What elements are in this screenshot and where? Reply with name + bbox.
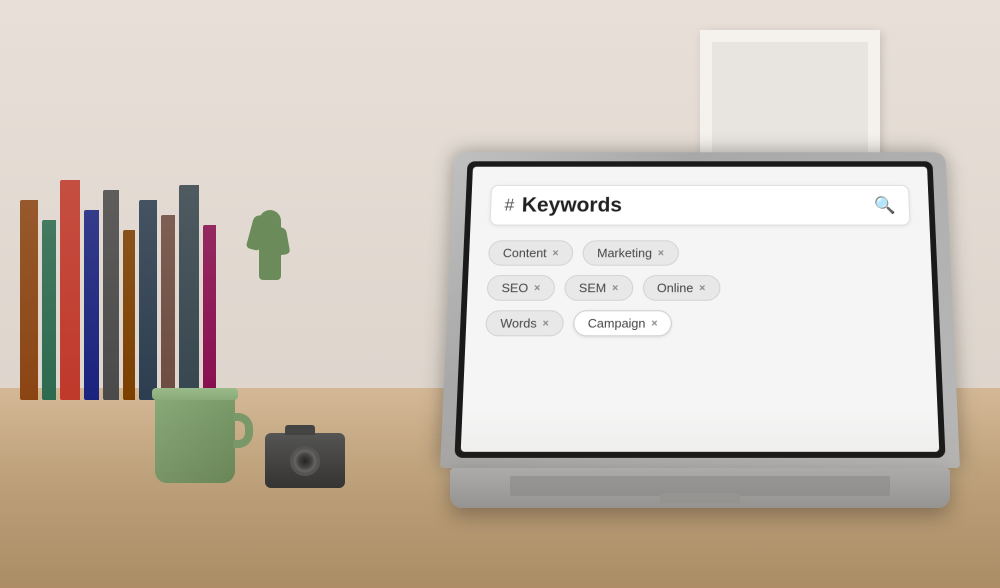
book	[60, 180, 80, 400]
tag-campaign[interactable]: Campaign ×	[573, 310, 672, 336]
laptop-base	[450, 468, 950, 508]
cactus	[250, 180, 290, 280]
tag-online[interactable]: Online ×	[642, 275, 720, 301]
camera-body	[265, 433, 345, 488]
hash-icon: #	[504, 195, 514, 214]
book	[84, 210, 99, 400]
tags-row-2: Words × Campaign ×	[485, 310, 915, 336]
tag-seo[interactable]: SEO ×	[487, 275, 556, 301]
tag-marketing-close[interactable]: ×	[658, 247, 664, 258]
tag-marketing-label: Marketing	[597, 246, 652, 260]
tag-campaign-label: Campaign	[588, 316, 646, 330]
tag-words-close[interactable]: ×	[542, 318, 549, 330]
tags-row-1: SEO × SEM × Online ×	[487, 275, 914, 301]
cactus-body	[259, 210, 281, 280]
books-container	[0, 120, 216, 400]
book	[139, 200, 157, 400]
search-bar[interactable]: # Keywords 🔍	[490, 185, 911, 226]
book	[123, 230, 135, 400]
book	[42, 220, 56, 400]
tag-words[interactable]: Words ×	[485, 310, 564, 336]
tags-row-0: Content × Marketing ×	[488, 240, 912, 265]
search-icon[interactable]: 🔍	[874, 195, 896, 214]
camera-top	[285, 425, 315, 435]
tags-area: Content × Marketing × SEO	[485, 237, 915, 341]
book	[20, 200, 38, 400]
tag-sem-label: SEM	[579, 281, 607, 295]
laptop-screen-bezel: # Keywords 🔍 Content ×	[454, 161, 945, 458]
laptop-screen-wrapper: # Keywords 🔍 Content ×	[440, 138, 960, 468]
laptop: # Keywords 🔍 Content ×	[440, 138, 960, 508]
tag-words-label: Words	[500, 316, 537, 330]
keywords-title: Keywords	[521, 193, 866, 217]
mug	[155, 393, 235, 483]
book	[161, 215, 175, 400]
tag-content-label: Content	[503, 246, 547, 260]
camera-lens	[290, 446, 320, 476]
book	[179, 185, 199, 400]
laptop-screen: # Keywords 🔍 Content ×	[461, 167, 940, 452]
tag-sem-close[interactable]: ×	[612, 282, 618, 293]
laptop-lid: # Keywords 🔍 Content ×	[440, 152, 960, 468]
tag-online-close[interactable]: ×	[699, 282, 705, 293]
mug-rim	[152, 388, 238, 400]
laptop-touchpad	[660, 493, 740, 503]
mug-wrapper	[155, 393, 235, 483]
book	[103, 190, 119, 400]
tag-content-close[interactable]: ×	[552, 247, 558, 258]
tag-online-label: Online	[657, 281, 693, 295]
tag-seo-close[interactable]: ×	[534, 282, 541, 293]
tag-campaign-close[interactable]: ×	[651, 318, 657, 330]
tag-seo-label: SEO	[501, 281, 528, 295]
book	[203, 225, 216, 400]
tag-sem[interactable]: SEM ×	[564, 275, 633, 301]
tag-marketing[interactable]: Marketing ×	[582, 240, 678, 265]
camera	[265, 433, 345, 493]
tag-content[interactable]: Content ×	[488, 240, 573, 265]
